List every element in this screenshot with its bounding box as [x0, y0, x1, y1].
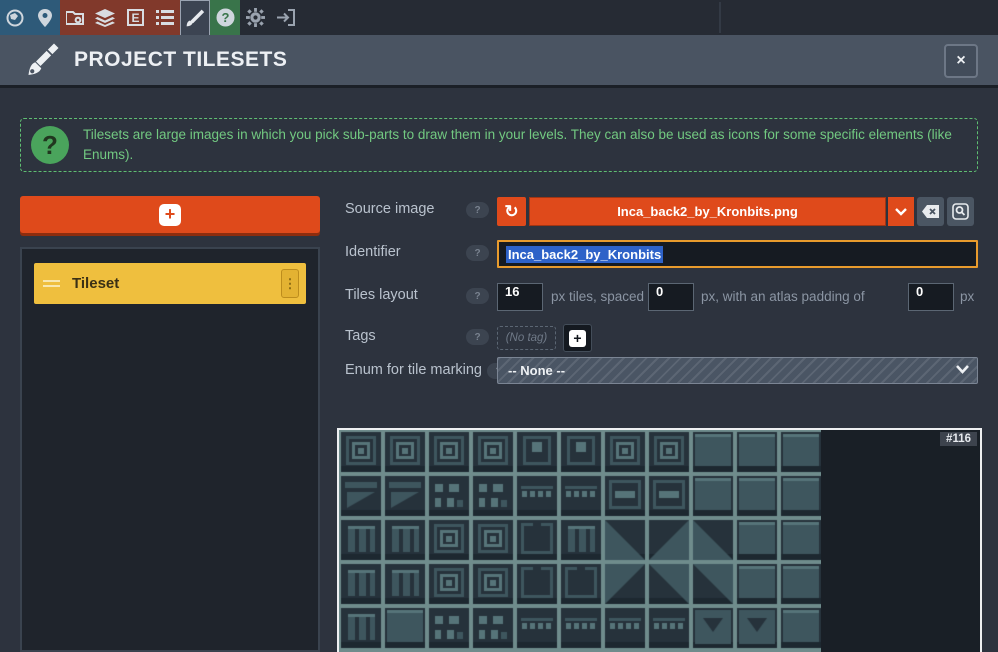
tile-count-badge: #116 — [940, 432, 977, 446]
settings-gear-icon[interactable] — [240, 0, 270, 35]
tileset-list-item[interactable]: Tileset ⋮ — [34, 263, 306, 304]
world-icon[interactable] — [0, 0, 30, 35]
help-text: Tilesets are large images in which you p… — [83, 125, 961, 164]
clear-image-button[interactable] — [917, 197, 944, 226]
enum-marking-select[interactable]: -- None -- — [497, 357, 978, 384]
close-button[interactable]: × — [944, 44, 978, 78]
entities-glyph: E — [131, 11, 139, 25]
help-badge-icon[interactable]: ? — [466, 245, 489, 261]
chevron-down-icon — [895, 208, 907, 216]
source-image-row: Source image ? ↻ Inca_back2_by_Kronbits.… — [345, 197, 978, 227]
enum-marking-label: Enum for tile marking — [345, 362, 482, 378]
plus-icon: + — [159, 204, 181, 226]
enum-selected-value: -- None -- — [508, 363, 565, 378]
tileset-item-label: Tileset — [72, 275, 119, 292]
identifier-input[interactable]: Inca_back2_by_Kronbits — [497, 240, 978, 268]
enum-marking-row: Enum for tile marking ? -- None -- — [345, 358, 978, 388]
help-badge-icon[interactable]: ? — [466, 288, 489, 304]
tiles-layout-row: Tiles layout ? 16 px tiles, spaced by 0 … — [345, 283, 978, 313]
tags-label: Tags — [345, 328, 376, 344]
plus-icon: + — [569, 330, 586, 347]
add-tileset-button[interactable]: + — [20, 196, 320, 233]
identifier-label: Identifier — [345, 244, 401, 260]
help-box: ? Tilesets are large images in which you… — [20, 118, 978, 172]
tiles-layout-label: Tiles layout — [345, 287, 418, 303]
toolbar-divider — [719, 2, 721, 33]
page-title: PROJECT TILESETS — [74, 48, 287, 72]
main-toolbar: E ? — [0, 0, 998, 35]
tiles-layout-text-3: px — [960, 289, 974, 304]
help-badge-icon[interactable]: ? — [466, 329, 489, 345]
layers-icon[interactable] — [90, 0, 120, 35]
item-menu-button[interactable]: ⋮ — [281, 269, 299, 298]
tileset-image[interactable] — [339, 430, 821, 652]
drag-handle-icon[interactable] — [43, 277, 60, 290]
svg-text:?: ? — [221, 10, 229, 25]
chevron-down-icon — [956, 365, 969, 374]
tiles-layout-text-1: px tiles, spaced by — [551, 289, 662, 304]
refresh-image-button[interactable]: ↻ — [497, 197, 526, 226]
entities-icon[interactable]: E — [120, 0, 150, 35]
enums-icon[interactable] — [150, 0, 180, 35]
add-tag-button[interactable]: + — [563, 324, 592, 352]
source-image-path-button[interactable]: Inca_back2_by_Kronbits.png — [529, 197, 886, 226]
panel-header: PROJECT TILESETS × — [0, 35, 998, 88]
tags-row: Tags ? (No tag) + — [345, 324, 978, 354]
atlas-padding-input[interactable]: 0 — [908, 283, 954, 311]
magnifier-icon — [952, 203, 969, 220]
view-image-button[interactable] — [947, 197, 974, 226]
project-settings-icon[interactable] — [60, 0, 90, 35]
tileset-list: Tileset ⋮ — [20, 247, 320, 652]
tile-spacing-input[interactable]: 0 — [648, 283, 694, 311]
tileset-preview[interactable]: #116 — [337, 428, 982, 652]
identifier-row: Identifier ? Inca_back2_by_Kronbits — [345, 240, 978, 270]
selected-text: Inca_back2_by_Kronbits — [506, 246, 663, 263]
question-circle-icon: ? — [31, 126, 69, 164]
project-tilesets-panel: E ? PROJECT TILESETS × ? Tilesets are la… — [0, 0, 998, 652]
help-icon[interactable]: ? — [210, 0, 240, 35]
source-image-dropdown-button[interactable] — [888, 197, 914, 226]
exit-icon[interactable] — [270, 0, 300, 35]
level-pin-icon[interactable] — [30, 0, 60, 35]
no-tag-placeholder: (No tag) — [497, 326, 556, 350]
tiles-layout-text-2: px, with an atlas padding of — [701, 289, 865, 304]
backspace-clear-icon — [922, 205, 939, 218]
paintbrush-icon — [24, 42, 60, 78]
tile-size-input[interactable]: 16 — [497, 283, 543, 311]
tilesets-icon[interactable] — [180, 0, 210, 35]
help-badge-icon[interactable]: ? — [466, 202, 489, 218]
source-image-label: Source image — [345, 201, 434, 217]
